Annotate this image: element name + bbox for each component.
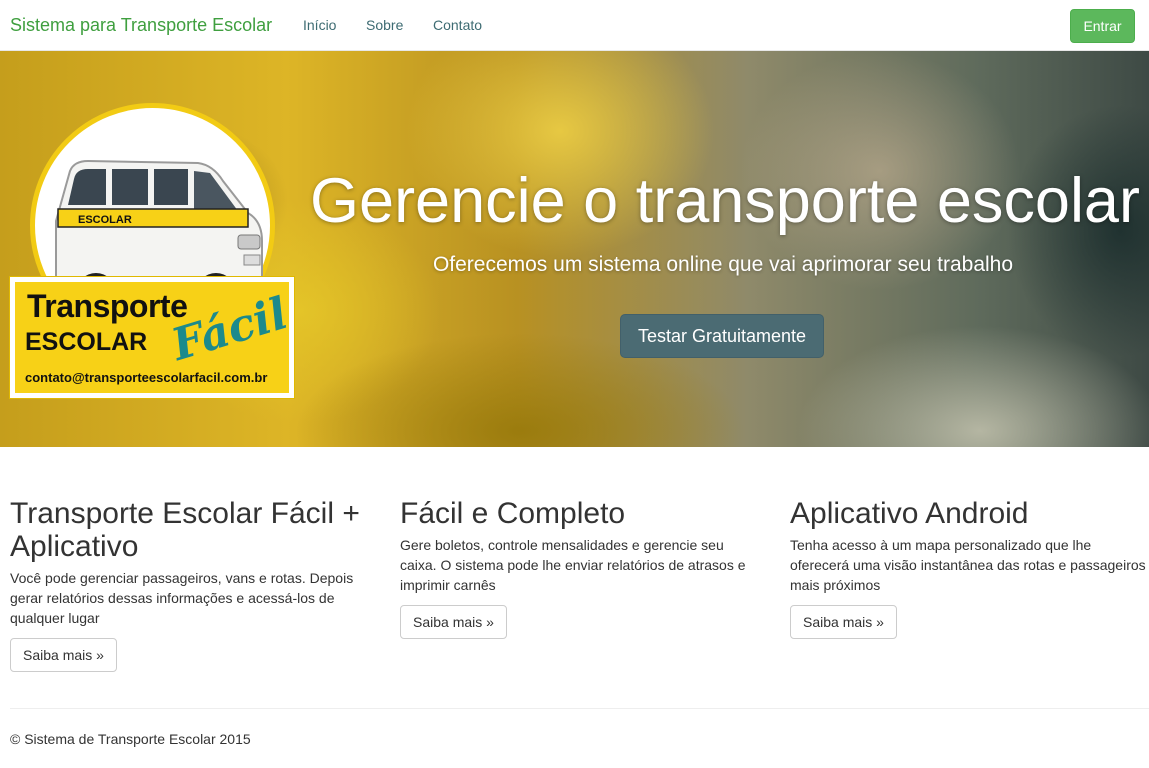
brand-link[interactable]: Sistema para Transporte Escolar — [10, 15, 272, 36]
feature-column: Aplicativo Android Tenha acesso à um map… — [790, 497, 1149, 639]
try-free-button[interactable]: Testar Gratuitamente — [620, 314, 824, 358]
svg-text:ESCOLAR: ESCOLAR — [78, 214, 132, 226]
learn-more-button[interactable]: Saiba mais » — [400, 605, 507, 639]
footer-divider — [10, 708, 1149, 709]
feature-text: Você pode gerenciar passageiros, vans e … — [10, 570, 354, 626]
feature-text: Tenha acesso à um mapa personalizado que… — [790, 537, 1146, 593]
logo-box: Transporte ESCOLAR Fácil contato@transpo… — [9, 276, 295, 399]
feature-title: Transporte Escolar Fácil + Aplicativo — [10, 497, 360, 563]
logo-text-escolar: ESCOLAR — [25, 328, 148, 356]
hero-title: Gerencie o transporte escolar — [310, 166, 1140, 236]
nav-sobre[interactable]: Sobre — [366, 17, 403, 33]
feature-column: Transporte Escolar Fácil + Aplicativo Vo… — [10, 497, 370, 672]
feature-column: Fácil e Completo Gere boletos, controle … — [400, 497, 760, 639]
feature-text: Gere boletos, controle mensalidades e ge… — [400, 537, 746, 593]
login-button[interactable]: Entrar — [1070, 9, 1135, 43]
nav-inicio[interactable]: Início — [303, 17, 336, 33]
feature-title: Fácil e Completo — [400, 497, 626, 530]
hero-subtitle: Oferecemos um sistema online que vai apr… — [432, 253, 1014, 276]
navbar: Sistema para Transporte Escolar Início S… — [0, 0, 1149, 51]
features-section: Transporte Escolar Fácil + Aplicativo Vo… — [0, 447, 1149, 707]
learn-more-button[interactable]: Saiba mais » — [10, 638, 117, 672]
footer-copyright: © Sistema de Transporte Escolar 2015 — [10, 731, 251, 747]
feature-title: Aplicativo Android — [790, 497, 1029, 530]
learn-more-button[interactable]: Saiba mais » — [790, 605, 897, 639]
hero-banner: ESCOLAR Transporte ESCOLAR Fácil contato… — [0, 51, 1149, 447]
nav-contato[interactable]: Contato — [433, 17, 482, 33]
logo-text-transporte: Transporte — [27, 288, 188, 324]
logo-email: contato@transporteescolarfacil.com.br — [25, 370, 268, 385]
